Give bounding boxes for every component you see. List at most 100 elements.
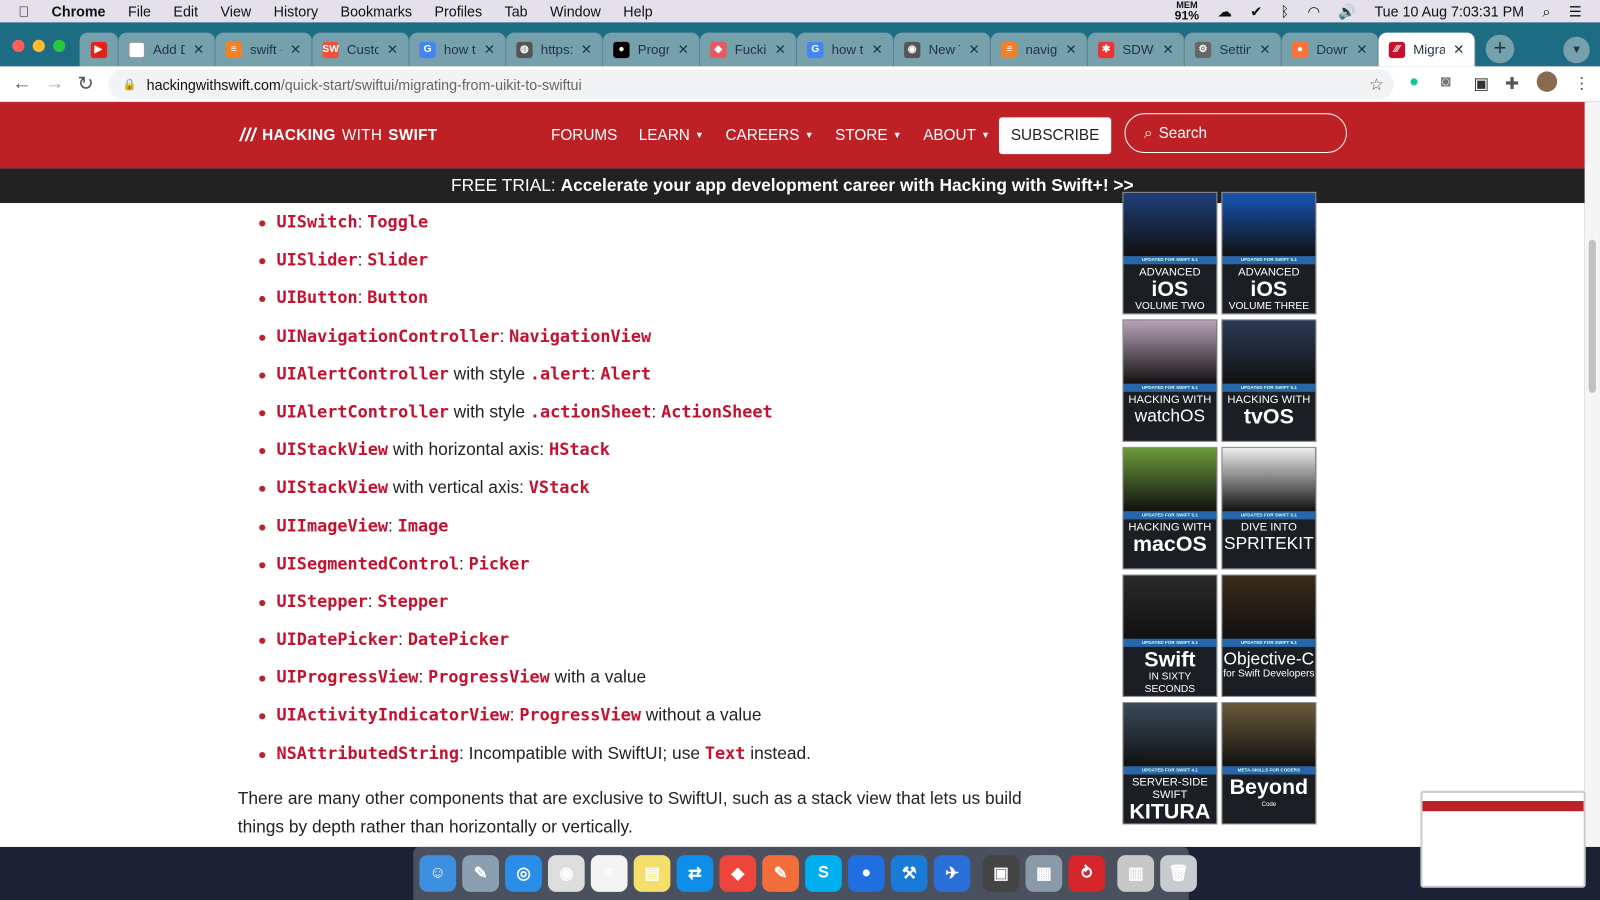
camera-icon[interactable]: ◙ (1441, 73, 1451, 91)
zoom-window-button[interactable] (53, 39, 66, 53)
check-icon[interactable]: ✔ (1250, 3, 1262, 20)
close-tab-icon[interactable]: ✕ (968, 41, 979, 57)
close-window-button[interactable] (12, 39, 25, 53)
extensions-icon[interactable]: ✚ (1505, 73, 1519, 93)
browser-tab[interactable]: ◉ New T ✕ (893, 32, 991, 67)
dock-xcode[interactable]: ⚒ (890, 855, 928, 892)
chrome-menu-icon[interactable]: ⋮ (1573, 73, 1589, 93)
browser-tab[interactable]: Ghow t ✕ (796, 32, 894, 67)
minimize-window-button[interactable] (32, 39, 45, 53)
new-tab-button[interactable]: + (1485, 34, 1515, 64)
browser-tab[interactable]: ● Down ✕ (1281, 32, 1379, 67)
menu-item-profiles[interactable]: Profiles (434, 3, 482, 19)
menu-item-file[interactable]: File (128, 3, 151, 19)
close-tab-icon[interactable]: ✕ (484, 41, 495, 57)
menu-item-bookmarks[interactable]: Bookmarks (341, 3, 412, 19)
close-tab-icon[interactable]: ✕ (290, 41, 301, 57)
screenshot-thumbnail[interactable] (1420, 790, 1586, 888)
menu-item-window[interactable]: Window (550, 3, 601, 19)
browser-tab[interactable]: SW Custo ✕ (312, 32, 410, 67)
bookmark-star-icon[interactable]: ☆ (1369, 74, 1384, 94)
dock-safari[interactable]: ◎ (505, 855, 542, 892)
dock-parallels[interactable]: ⥁ (1068, 855, 1106, 892)
browser-tab[interactable]: ⚙ Settin ✕ (1184, 32, 1282, 67)
close-tab-icon[interactable]: ✕ (387, 41, 398, 57)
dock-finder[interactable]: ☺ (419, 855, 457, 892)
memory-status[interactable]: MEM 91% (1175, 1, 1200, 22)
dock-teamviewer[interactable]: ⇄ (676, 855, 714, 892)
browser-tab[interactable]: ≡ naviga ✕ (990, 32, 1088, 67)
dock-simulator[interactable]: ▣ (982, 855, 1020, 892)
forward-icon[interactable]: → (45, 72, 64, 94)
close-tab-icon[interactable]: ✕ (1162, 41, 1173, 57)
browser-tab[interactable]: ✱ SDWe ✕ (1087, 32, 1185, 67)
browser-tab[interactable]: ≡ swift - ✕ (215, 32, 313, 67)
grammarly-icon[interactable]: ● (1409, 73, 1419, 91)
close-tab-icon[interactable]: ✕ (775, 41, 786, 57)
wifi-icon[interactable]: ◠ (1307, 3, 1319, 20)
reload-icon[interactable]: ↻ (78, 72, 94, 95)
nav-learn[interactable]: LEARN ▼ (639, 127, 704, 144)
free-trial-banner[interactable]: FREE TRIAL: Accelerate your app developm… (0, 168, 1585, 204)
dock-trash[interactable]: 🗑 (1160, 855, 1197, 892)
close-tab-icon[interactable]: ✕ (1453, 41, 1464, 57)
nav-forums[interactable]: FORUMS (551, 127, 617, 144)
browser-tab[interactable]: ▶ (79, 32, 119, 67)
dock-anydesk[interactable]: ◆ (719, 855, 757, 892)
book-cover[interactable]: UPDATED FOR SWIFT 5.1 Objective-C for Swif… (1221, 574, 1317, 697)
nav-about[interactable]: ABOUT ▼ (923, 127, 990, 144)
book-cover[interactable]: UPDATED FOR SWIFT 5.1 ADVANCED iOS VOLUME T… (1122, 191, 1218, 315)
menu-app-name[interactable]: Chrome (52, 3, 106, 19)
close-tab-icon[interactable]: ✕ (872, 41, 883, 57)
dock-swift-playgrounds[interactable]: ✎ (762, 855, 799, 892)
dock-stickies[interactable]: ▤ (633, 855, 671, 892)
dock-proxyman[interactable]: ● (847, 855, 885, 892)
book-cover[interactable]: UPDATED FOR SWIFT 5.1 Swift IN SIXTY SECON… (1122, 574, 1218, 697)
book-cover[interactable]: UPDATED FOR SWIFT 5.1 HACKING WITH tvOS (1221, 319, 1317, 442)
page-scrollbar[interactable] (1584, 102, 1600, 847)
clock[interactable]: Tue 10 Aug 7:03:31 PM (1374, 3, 1524, 19)
dock-chrome[interactable]: ◉ (547, 855, 585, 892)
picture-in-picture-icon[interactable]: ▣ (1473, 73, 1488, 93)
browser-tab[interactable]: ◆ Fuckin ✕ (699, 32, 797, 67)
close-tab-icon[interactable]: ✕ (581, 41, 592, 57)
menu-item-help[interactable]: Help (623, 3, 652, 19)
address-bar[interactable]: 🔒 hackingwithswift.com/quick-start/swift… (108, 69, 1394, 99)
close-tab-icon[interactable]: ✕ (1259, 41, 1270, 57)
dock-skype[interactable]: S (805, 855, 842, 892)
browser-tab[interactable]: Ghow t ✕ (409, 32, 507, 67)
close-tab-icon[interactable]: ✕ (193, 41, 204, 57)
book-cover[interactable]: UPDATED FOR SWIFT 5.1 HACKING WITH watchOS (1122, 319, 1218, 442)
vpn-icon[interactable]: ☁ (1218, 3, 1232, 20)
browser-tab[interactable]: ◍ https: ✕ (506, 32, 604, 67)
back-icon[interactable]: ← (12, 72, 31, 94)
site-search-input[interactable]: ⌕ Search (1124, 113, 1347, 154)
profile-avatar[interactable] (1536, 71, 1558, 92)
browser-tab[interactable]: ∕∕∕ Migra ✕ (1378, 32, 1476, 67)
book-cover[interactable]: UPDATED FOR SWIFT 5.1 ADVANCED iOS VOLUME T… (1221, 191, 1317, 315)
close-tab-icon[interactable]: ✕ (1065, 41, 1076, 57)
menu-item-tab[interactable]: Tab (505, 3, 528, 19)
tab-search-button[interactable]: ▼ (1563, 36, 1590, 64)
nav-store[interactable]: STORE ▼ (835, 127, 902, 144)
close-tab-icon[interactable]: ✕ (678, 41, 689, 57)
book-cover[interactable]: UPDATED FOR SWIFT 5.1 DIVE INTO SPRITEKIT (1221, 446, 1317, 570)
dock-archive[interactable]: ▥ (1117, 855, 1155, 892)
book-cover[interactable]: UPDATED FOR SWIFT 5.1 HACKING WITH macOS (1122, 446, 1218, 570)
book-cover[interactable]: META-SKILLS FOR CODERS Beyond Code (1221, 702, 1317, 825)
control-center-icon[interactable]: ☰ (1569, 3, 1582, 20)
book-cover[interactable]: UPDATED FOR SWIFT 4.1 SERVER-SIDE SWIFT KI… (1122, 702, 1218, 825)
spotlight-icon[interactable]: ⌕ (1542, 3, 1550, 20)
browser-tab[interactable]: ● Progr ✕ (603, 32, 700, 67)
browser-tab[interactable]: Add D ✕ (118, 32, 216, 67)
menu-item-view[interactable]: View (221, 3, 252, 19)
subscribe-button[interactable]: SUBSCRIBE (998, 117, 1112, 155)
apple-icon[interactable]:  (18, 3, 29, 19)
menu-item-edit[interactable]: Edit (173, 3, 198, 19)
close-tab-icon[interactable]: ✕ (1356, 41, 1367, 57)
dock-textedit[interactable]: ≡ (590, 855, 628, 892)
scrollbar-thumb[interactable] (1588, 239, 1596, 393)
nav-careers[interactable]: CAREERS ▼ (725, 127, 813, 144)
dock-image-capture[interactable]: ▦ (1025, 855, 1063, 892)
site-logo[interactable]: /// HACKING WITH SWIFT (240, 124, 438, 145)
